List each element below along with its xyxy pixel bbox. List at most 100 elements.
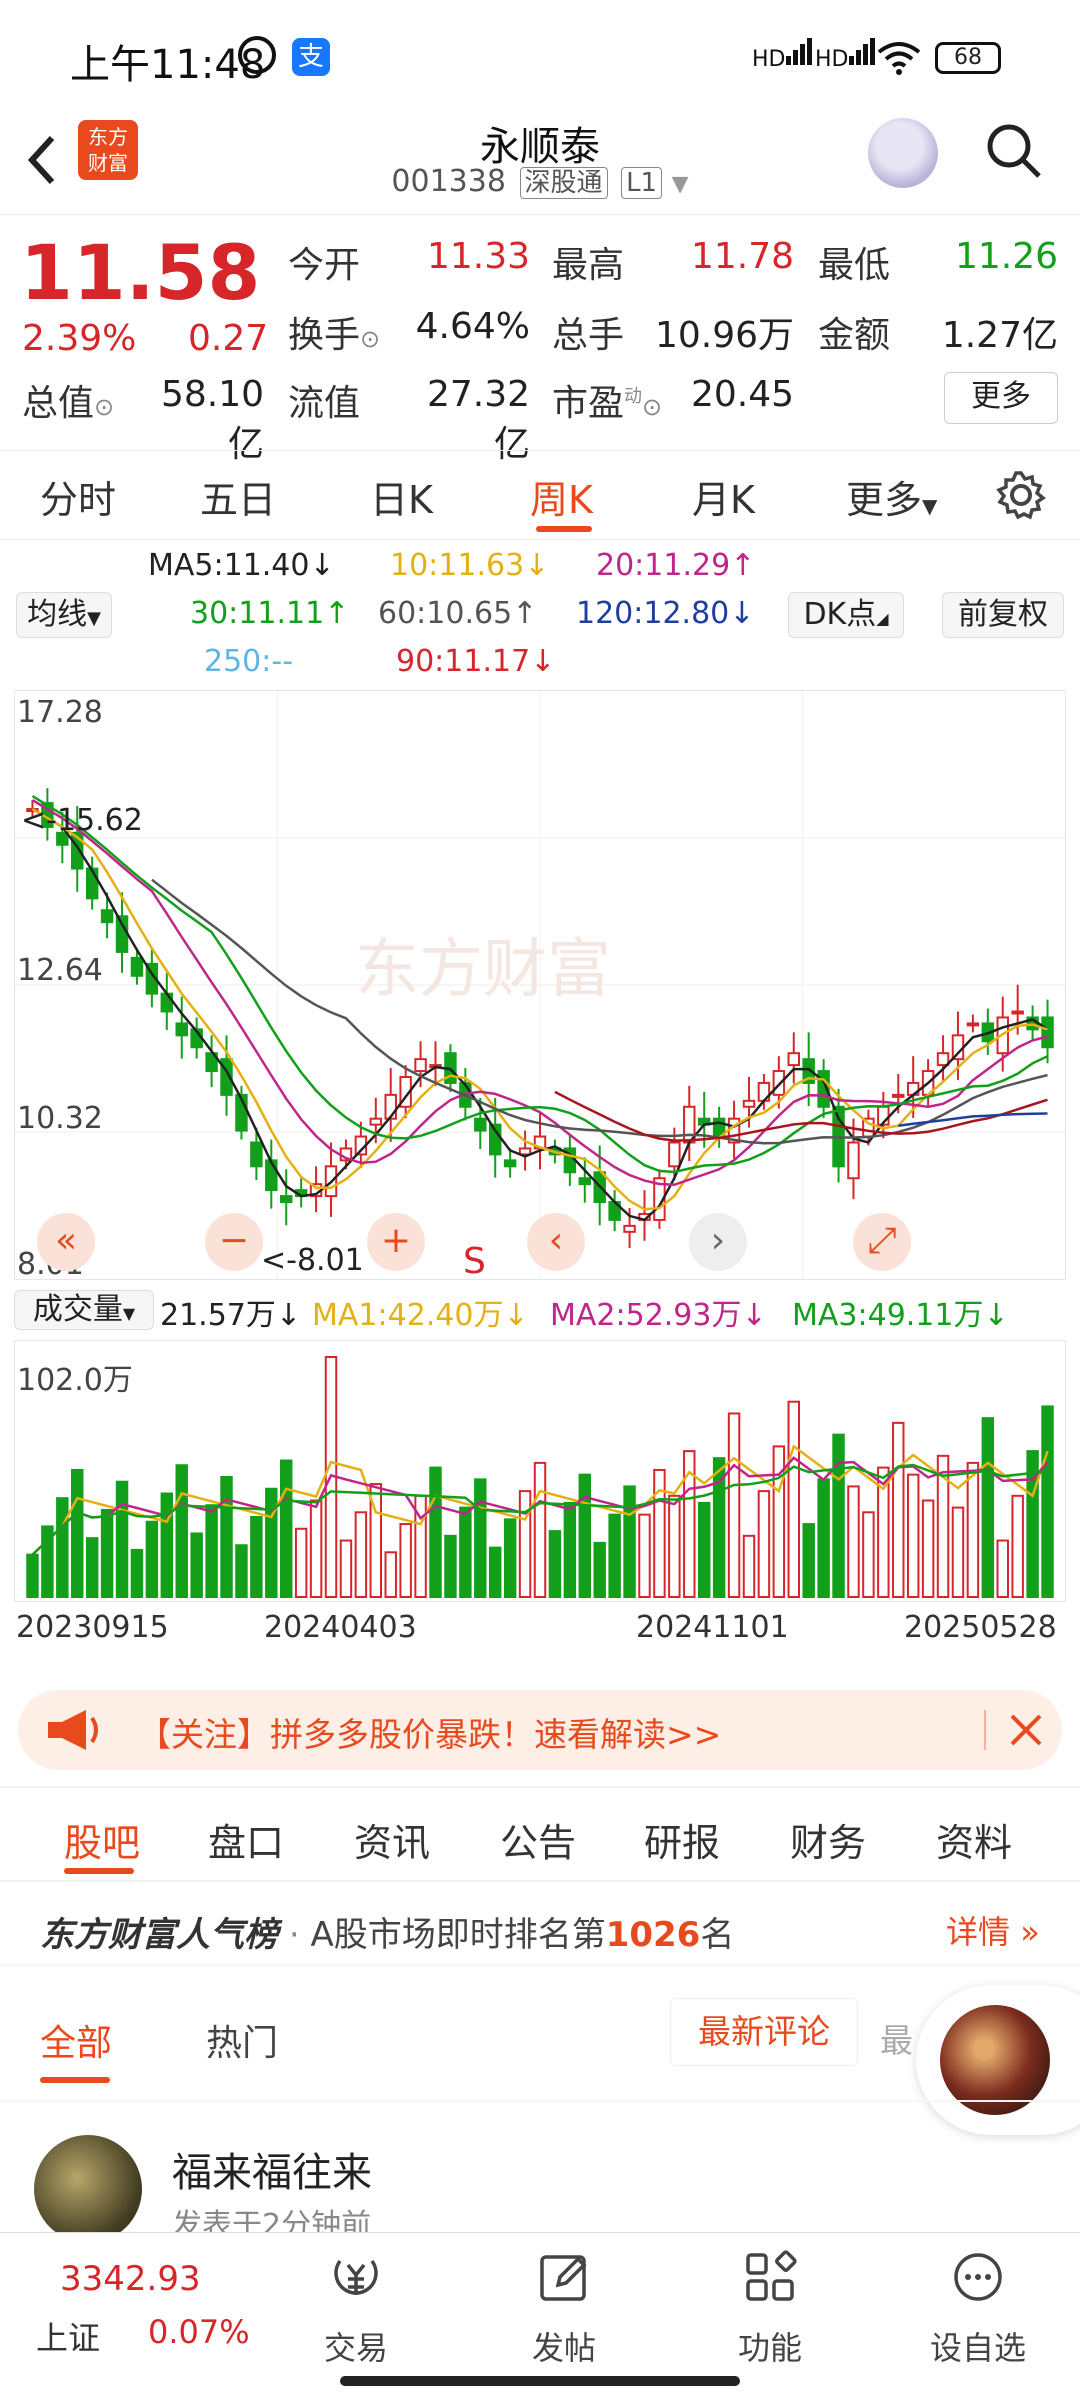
index-change[interactable]: 0.07% <box>148 2313 250 2351</box>
tab-research[interactable]: 研报 <box>644 1812 720 1867</box>
volume-type-select[interactable]: 成交量▼ <box>14 1290 154 1330</box>
volume-bar <box>578 1473 592 1599</box>
ma5-label: MA5:11.40↓ <box>148 548 335 583</box>
active-tab-indicator <box>536 526 592 532</box>
high-label: 最高 <box>552 245 625 286</box>
turnover-label[interactable]: 换手⊙ <box>288 306 380 358</box>
nav-functions[interactable]: 功能 <box>700 2323 840 2369</box>
candle-body <box>772 1070 786 1096</box>
zoom-out-button[interactable]: − <box>205 1213 263 1271</box>
megaphone-icon <box>48 1710 98 1750</box>
functions-grid-icon[interactable] <box>742 2249 798 2305</box>
ma30-label: 30:11.11↑ <box>190 596 350 631</box>
subtab-hot[interactable]: 热门 <box>206 2014 278 2066</box>
volume-bar <box>742 1534 756 1599</box>
fullscreen-icon[interactable]: ⤢ <box>853 1213 911 1271</box>
adjust-button[interactable]: 前复权 <box>942 592 1064 638</box>
volume-bar <box>802 1523 815 1598</box>
volume-bar <box>862 1511 875 1598</box>
candle-body <box>100 909 114 924</box>
popularity-rank-row[interactable]: 东方财富人气榜 · A股市场即时排名第1026名 <box>40 1907 1040 1956</box>
tab-daily-k[interactable]: 日K <box>370 469 433 524</box>
tab-intraday[interactable]: 分时 <box>40 469 116 524</box>
candle-body <box>847 1141 860 1180</box>
tab-pankou[interactable]: 盘口 <box>208 1812 284 1867</box>
post-author-name[interactable]: 福来福往来 <box>172 2140 372 2198</box>
candle-body <box>668 1141 681 1168</box>
volume-bar <box>787 1400 800 1598</box>
nav-post[interactable]: 发帖 <box>494 2323 634 2369</box>
close-icon[interactable] <box>1008 1712 1044 1748</box>
index-value[interactable]: 3342.93 <box>60 2259 201 2299</box>
index-name[interactable]: 上证 <box>36 2313 100 2359</box>
subtab-all[interactable]: 全部 <box>40 2014 112 2066</box>
candle-body <box>369 1117 383 1126</box>
volume-bar <box>966 1461 980 1598</box>
volume-bar <box>205 1504 218 1598</box>
content-tab-indicator <box>64 1868 134 1874</box>
more-button[interactable]: 更多 <box>944 372 1058 424</box>
period-tabs: 分时 五日 日K 周K 月K 更多▼ <box>0 450 1080 540</box>
volume-bar <box>100 1508 114 1598</box>
volume-bar <box>444 1534 457 1599</box>
volume-bar <box>265 1487 278 1598</box>
volume-bar <box>638 1513 651 1599</box>
ma120-label: 120:12.80↓ <box>576 596 755 631</box>
volume-bar <box>832 1433 845 1598</box>
news-banner[interactable]: 【关注】拼多多股价暴跌！速看解读>> <box>18 1690 1062 1770</box>
volume-bar <box>697 1501 711 1598</box>
volume-bar <box>250 1516 263 1598</box>
volume-bar <box>668 1494 681 1598</box>
volume-bar <box>130 1548 144 1598</box>
scroll-right-button[interactable]: › <box>689 1213 747 1271</box>
more-dots-icon[interactable] <box>950 2249 1006 2305</box>
volume-bar <box>354 1511 368 1598</box>
indicator-type-select[interactable]: 均线▼ <box>16 592 112 638</box>
divider <box>0 2100 1080 2102</box>
pe-label[interactable]: 市盈动⊙ <box>552 374 662 426</box>
date-label-4: 20250528 <box>904 1610 1057 1645</box>
bottom-nav: 3342.93 上证 0.07% 交易 发帖 功能 设自选 <box>0 2232 1080 2367</box>
search-icon[interactable] <box>985 122 1043 180</box>
assistant-robot-icon[interactable] <box>868 118 938 188</box>
rank-detail-link[interactable]: 详情 » <box>946 1907 1040 1953</box>
post-author-avatar[interactable] <box>34 2135 142 2243</box>
volume-value: 10.96万 <box>654 315 794 356</box>
volume-bar <box>1011 1494 1024 1598</box>
scroll-left-fast-button[interactable]: « <box>37 1213 95 1271</box>
nav-trade[interactable]: 交易 <box>286 2323 426 2369</box>
volume-chart[interactable]: 102.0万 <box>14 1340 1066 1602</box>
mktcap-label[interactable]: 总值⊙ <box>22 374 114 426</box>
volume-bar <box>175 1464 188 1598</box>
nav-add-watchlist[interactable]: 设自选 <box>908 2323 1048 2369</box>
tab-weekly-k[interactable]: 周K <box>530 469 593 524</box>
candle-body <box>787 1052 800 1067</box>
volume-bar <box>593 1541 606 1598</box>
tab-profile[interactable]: 资料 <box>936 1812 1012 1867</box>
volume-bar <box>235 1544 248 1598</box>
sort-option-clipped[interactable]: 最 <box>880 2014 913 2062</box>
tab-finance[interactable]: 财务 <box>790 1812 866 1867</box>
tab-guba[interactable]: 股吧 <box>64 1812 140 1867</box>
floating-avatar-widget[interactable] <box>916 1985 1080 2135</box>
tab-announcement[interactable]: 公告 <box>500 1812 576 1867</box>
candle-body <box>175 1022 188 1037</box>
volume-bar <box>309 1499 323 1599</box>
volume-bar <box>339 1539 353 1599</box>
tab-news[interactable]: 资讯 <box>354 1812 430 1867</box>
tab-more[interactable]: 更多▼ <box>846 469 937 524</box>
zoom-in-button[interactable]: + <box>367 1213 425 1271</box>
candle-body <box>966 1022 980 1027</box>
post-edit-icon[interactable] <box>536 2249 592 2305</box>
scroll-left-button[interactable]: ‹ <box>527 1213 585 1271</box>
dk-point-button[interactable]: DK点◢ <box>788 592 904 638</box>
volume-bar <box>220 1476 233 1598</box>
trade-icon[interactable] <box>328 2249 384 2305</box>
tab-monthly-k[interactable]: 月K <box>692 469 755 524</box>
tab-5day[interactable]: 五日 <box>200 469 276 524</box>
latest-comment-button[interactable]: 最新评论 <box>670 1998 858 2066</box>
gear-icon[interactable] <box>995 469 1047 521</box>
kline-chart[interactable]: 东方财富 17.28 12.64 10.32 8.01 <-15.62 <-8.… <box>14 690 1066 1282</box>
candle-body <box>250 1141 263 1168</box>
floating-avatar-image <box>940 2005 1050 2115</box>
